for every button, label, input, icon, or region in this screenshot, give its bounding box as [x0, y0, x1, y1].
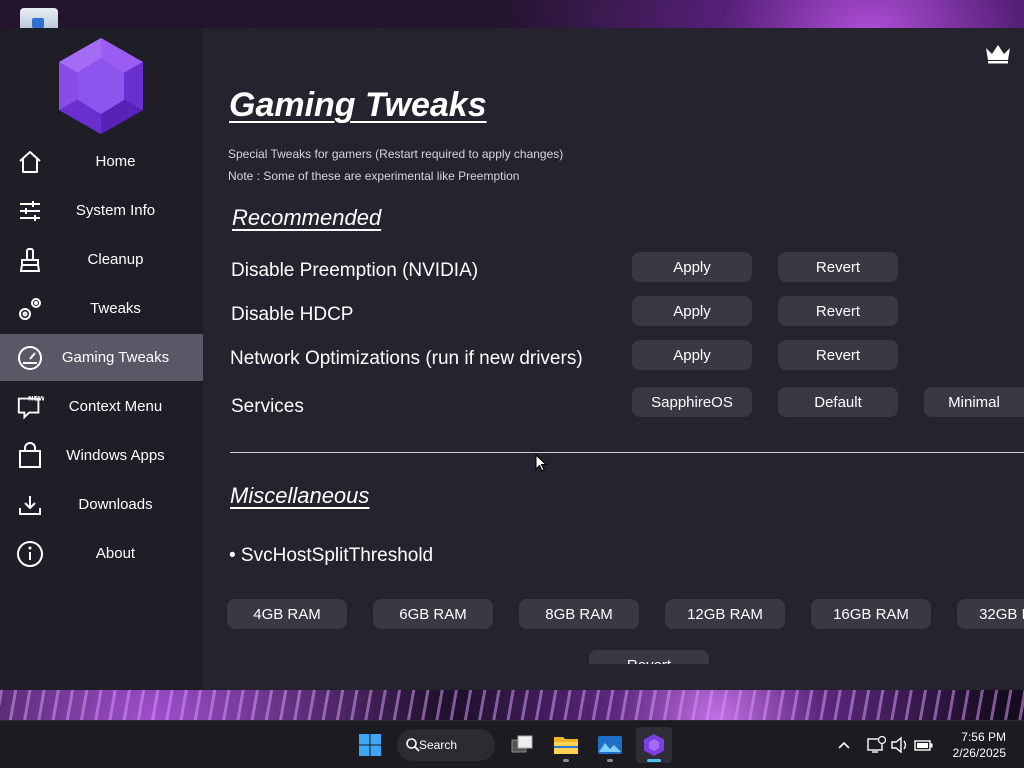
running-indicator	[563, 759, 569, 762]
clock-time: 7:56 PM	[961, 730, 1006, 744]
section-heading-miscellaneous: Miscellaneous	[230, 483, 370, 508]
tweak-label-disable-hdcp: Disable HDCP	[231, 304, 354, 325]
tweak-label-disable-preemption: Disable Preemption (NVIDIA)	[231, 260, 479, 281]
disable-preemption-revert-button[interactable]: Revert	[778, 252, 898, 282]
sidebar-item-label: System Info	[75, 202, 156, 219]
sidebar-item-label: About	[95, 545, 136, 562]
start-button[interactable]	[352, 727, 388, 763]
sapphire-app-taskbar-button[interactable]	[636, 727, 672, 763]
taskbar: Search 7:56 PM 2/26/2025	[0, 720, 1024, 768]
network-optimizations-apply-button[interactable]: Apply	[632, 340, 752, 370]
disable-hdcp-apply-button[interactable]: Apply	[632, 296, 752, 326]
services-default-button[interactable]: Default	[778, 387, 898, 417]
task-view-button[interactable]	[504, 727, 540, 763]
sidebar-item-label: Cleanup	[87, 251, 144, 268]
sidebar-item-system-info[interactable]: System Info	[0, 187, 203, 234]
disable-hdcp-revert-button[interactable]: Revert	[778, 296, 898, 326]
ram-4gb-button[interactable]: 4GB RAM	[227, 599, 347, 629]
svchost-revert-button[interactable]: Revert	[589, 650, 709, 664]
photos-icon	[598, 736, 622, 754]
tweak-label-services: Services	[231, 396, 304, 417]
show-hidden-icons-chevron-icon[interactable]	[834, 735, 854, 755]
search-icon	[406, 738, 420, 752]
ram-6gb-button[interactable]: 6GB RAM	[373, 599, 493, 629]
ram-8gb-button[interactable]: 8GB RAM	[519, 599, 639, 629]
page-subtitle: Special Tweaks for gamers (Restart requi…	[228, 147, 564, 161]
ram-16gb-button[interactable]: 16GB RAM	[811, 599, 931, 629]
taskbar-clock[interactable]: 7:56 PM 2/26/2025	[953, 729, 1006, 761]
sidebar: Home System Info Cleanup Tweaks Gaming T…	[0, 28, 203, 690]
sidebar-item-tweaks[interactable]: Tweaks	[0, 285, 203, 332]
svchost-split-threshold-label: • SvcHostSplitThreshold	[229, 545, 434, 566]
section-heading-recommended: Recommended	[232, 205, 382, 230]
network-icon[interactable]	[866, 735, 886, 755]
windows-logo-icon	[359, 734, 381, 756]
disable-preemption-apply-button[interactable]: Apply	[632, 252, 752, 282]
recycle-bin-icon[interactable]	[20, 8, 58, 30]
sapphire-logo-icon	[644, 734, 664, 756]
sidebar-item-label: Downloads	[78, 496, 153, 513]
page-note: Note : Some of these are experimental li…	[228, 169, 520, 183]
sapphire-logo-icon	[59, 38, 143, 134]
main-content: Gaming Tweaks Special Tweaks for gamers …	[203, 28, 1024, 690]
file-explorer-button[interactable]	[548, 727, 584, 763]
sidebar-item-windows-apps[interactable]: Windows Apps	[0, 432, 203, 479]
sidebar-item-label: Tweaks	[90, 300, 141, 317]
ram-32gb-clip: 32GB RAM	[957, 599, 1024, 629]
sidebar-item-label: Home	[95, 153, 136, 170]
sidebar-item-about[interactable]: About	[0, 530, 203, 577]
sidebar-item-label: Context Menu	[68, 398, 163, 415]
folder-icon	[554, 737, 578, 754]
sidebar-item-gaming-tweaks[interactable]: Gaming Tweaks	[0, 334, 203, 381]
volume-icon[interactable]	[890, 735, 910, 755]
battery-icon[interactable]	[914, 735, 934, 755]
sidebar-item-downloads[interactable]: Downloads	[0, 481, 203, 528]
sidebar-item-home[interactable]: Home	[0, 138, 203, 185]
tweak-label-network-optimizations: Network Optimizations (run if new driver…	[230, 348, 583, 369]
sidebar-item-cleanup[interactable]: Cleanup	[0, 236, 203, 283]
photos-app-button[interactable]	[592, 727, 628, 763]
page-title: Gaming Tweaks	[229, 86, 487, 124]
services-minimal-button[interactable]: Minimal	[924, 387, 1024, 417]
active-app-indicator	[647, 759, 661, 762]
mouse-cursor-icon	[535, 454, 547, 472]
wallpaper-stripes	[0, 690, 1024, 720]
sidebar-item-label: Gaming Tweaks	[61, 349, 170, 366]
ram-32gb-button[interactable]: 32GB RAM	[957, 599, 1024, 629]
task-view-icon	[511, 735, 533, 753]
services-sapphireos-button[interactable]: SapphireOS	[632, 387, 752, 417]
sidebar-item-label: Windows Apps	[66, 447, 165, 464]
taskbar-search-label: Search	[419, 738, 458, 752]
taskbar-search-button[interactable]: Search	[397, 729, 495, 761]
running-indicator	[607, 759, 613, 762]
app-window: Home System Info Cleanup Tweaks Gaming T…	[0, 28, 1024, 690]
section-divider	[230, 452, 1024, 453]
network-optimizations-revert-button[interactable]: Revert	[778, 340, 898, 370]
clock-date: 2/26/2025	[952, 746, 1006, 760]
ram-12gb-button[interactable]: 12GB RAM	[665, 599, 785, 629]
sidebar-item-context-menu[interactable]: NEW Context Menu	[0, 383, 203, 430]
crown-icon[interactable]	[984, 42, 1012, 64]
svchost-revert-clip: Revert	[589, 650, 709, 664]
